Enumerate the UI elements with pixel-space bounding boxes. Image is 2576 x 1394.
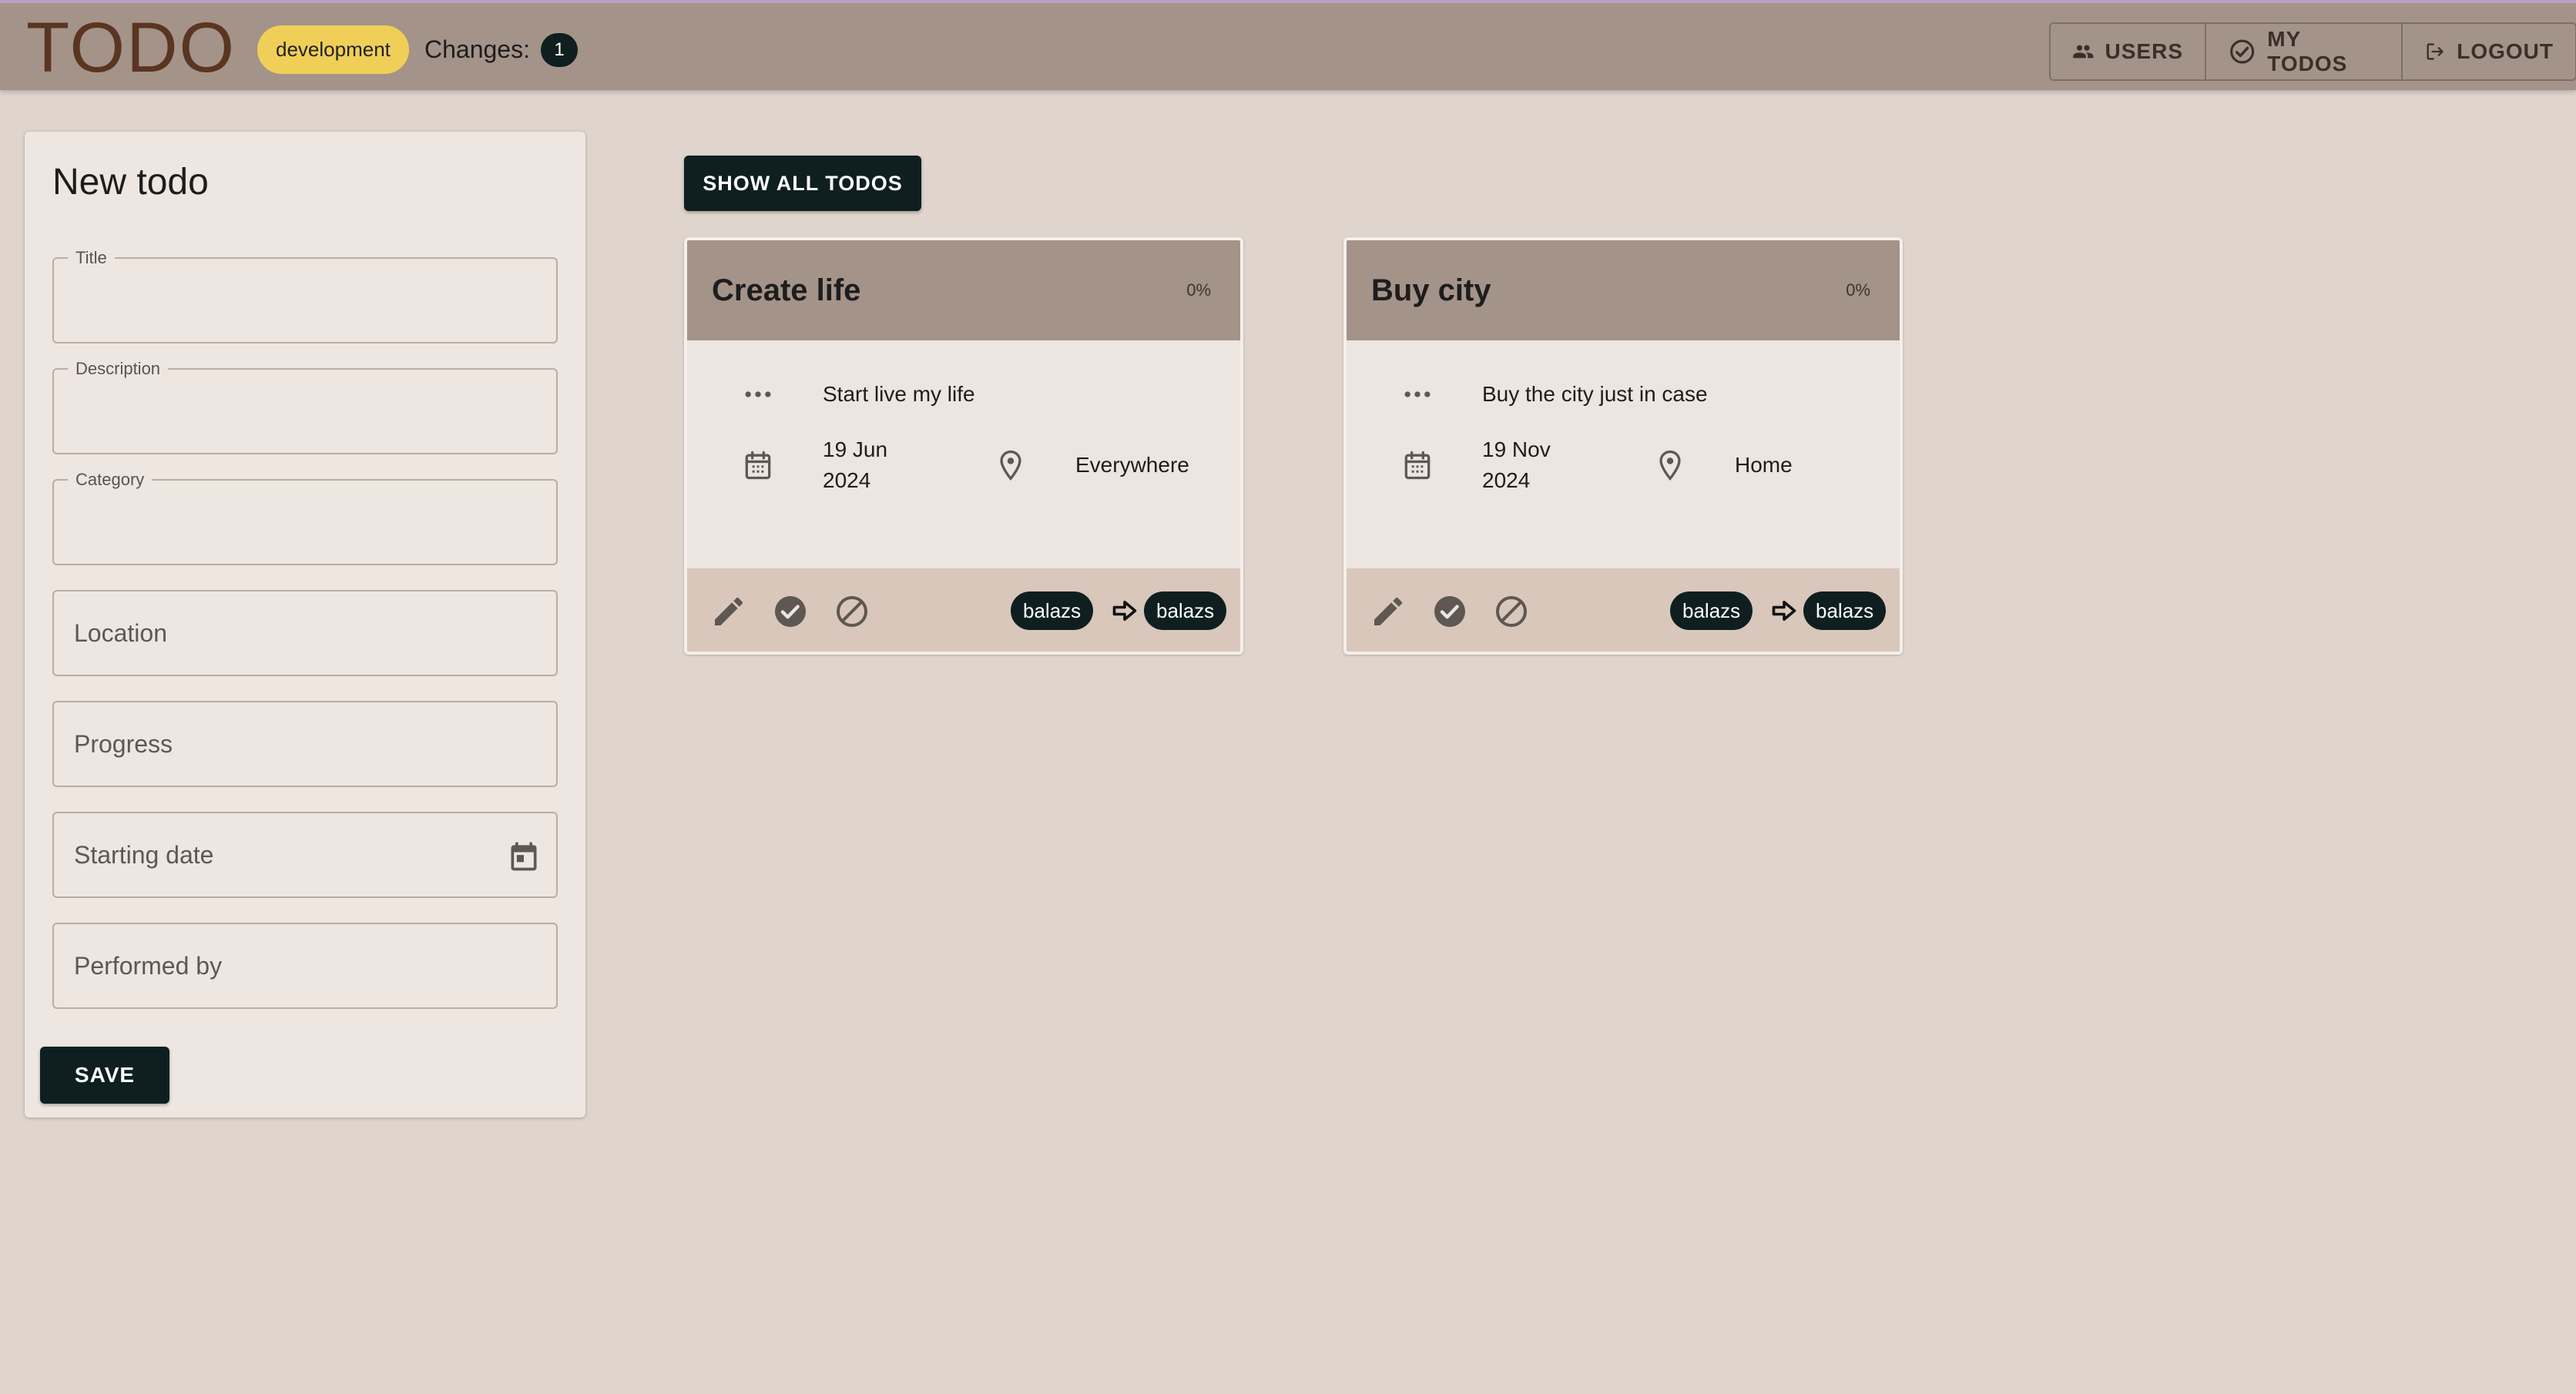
changes-label: Changes: [424,35,530,63]
logout-button[interactable]: LOGOUT [2401,24,2575,79]
description-field-label: Description [68,358,169,380]
users-icon [2073,45,2094,59]
todo-date-year: 2024 [1482,468,1531,492]
todo-description: Buy the city just in case [1482,382,1708,406]
users-button-label: USERS [2105,39,2183,63]
todo-card-footer: balazs balazs [1347,568,1900,652]
more-horiz-icon [745,391,771,397]
progress-placeholder: Progress [74,730,173,758]
category-field[interactable]: Category [52,469,558,565]
todo-card-header: Buy city 0% [1347,240,1900,340]
block-icon[interactable] [834,593,870,630]
check-circle-icon[interactable] [1431,593,1468,630]
todo-location: Everywhere [1075,453,1189,477]
performed-by-field[interactable]: Performed by [52,923,558,1009]
performed-by-chip: balazs [1803,591,1887,630]
location-field[interactable]: Location [52,590,558,676]
block-icon[interactable] [1493,593,1530,630]
check-circle-icon[interactable] [772,593,809,630]
arrow-right-icon [1772,600,1796,622]
todo-card-footer: balazs balazs [687,568,1240,652]
arrow-right-icon [1112,600,1137,622]
app-title: TODO [26,8,236,87]
nav-button-group: USERS MY TODOS LOGOUT [2049,22,2576,81]
check-circle-icon [2230,39,2255,64]
todo-card: Buy city 0% Buy the city just in case 19… [1343,237,1903,655]
category-field-label: Category [68,469,153,491]
app-bar: TODO development Changes: 1 USERS MY TOD… [0,0,2576,90]
location-placeholder: Location [74,619,167,647]
new-todo-form: New todo Title Description Category Loca… [25,132,585,1118]
created-by-chip: balazs [1011,591,1094,630]
more-horiz-icon [1404,391,1431,397]
todo-card-header: Create life 0% [687,240,1240,340]
users-button[interactable]: USERS [2051,24,2205,79]
todo-description: Start live my life [823,382,975,406]
location-pin-icon [1000,450,1021,481]
todo-progress: 0% [1846,280,1870,300]
todo-date-day-month: 19 Nov [1482,437,1551,461]
calendar-icon[interactable] [507,839,541,873]
form-title: New todo [52,162,209,203]
save-button[interactable]: SAVE [40,1047,169,1104]
todo-card: Create life 0% Start live my life 19 Jun… [684,237,1243,655]
title-field-label: Title [68,247,115,269]
todo-date: 19 Nov 2024 [1482,434,1590,496]
location-pin-icon [1659,450,1681,481]
my-todos-button-label: MY TODOS [2267,27,2348,75]
show-all-todos-button[interactable]: SHOW ALL TODOS [684,156,921,211]
changes-count-badge: 1 [541,33,578,67]
edit-icon[interactable] [1370,593,1407,630]
todo-date-day-month: 19 Jun [823,437,888,461]
starting-date-field[interactable]: Starting date [52,812,558,898]
todo-title: Create life [712,273,861,307]
description-field[interactable]: Description [52,358,558,454]
todo-progress: 0% [1186,280,1211,300]
edit-icon[interactable] [710,593,747,630]
calendar-icon [1404,451,1431,480]
todo-date-year: 2024 [823,468,871,492]
my-todos-button[interactable]: MY TODOS [2205,24,2401,79]
calendar-icon [745,451,771,480]
logout-button-label: LOGOUT [2457,39,2554,63]
environment-chip: development [257,25,409,74]
todo-location: Home [1735,453,1793,477]
performed-by-chip: balazs [1144,591,1227,630]
created-by-chip: balazs [1670,591,1753,630]
title-field[interactable]: Title [52,247,558,343]
progress-field[interactable]: Progress [52,701,558,787]
starting-date-placeholder: Starting date [74,841,214,869]
logout-icon [2427,43,2444,60]
todo-title: Buy city [1371,273,1491,307]
performed-by-placeholder: Performed by [74,952,223,980]
todo-date: 19 Jun 2024 [823,434,931,496]
